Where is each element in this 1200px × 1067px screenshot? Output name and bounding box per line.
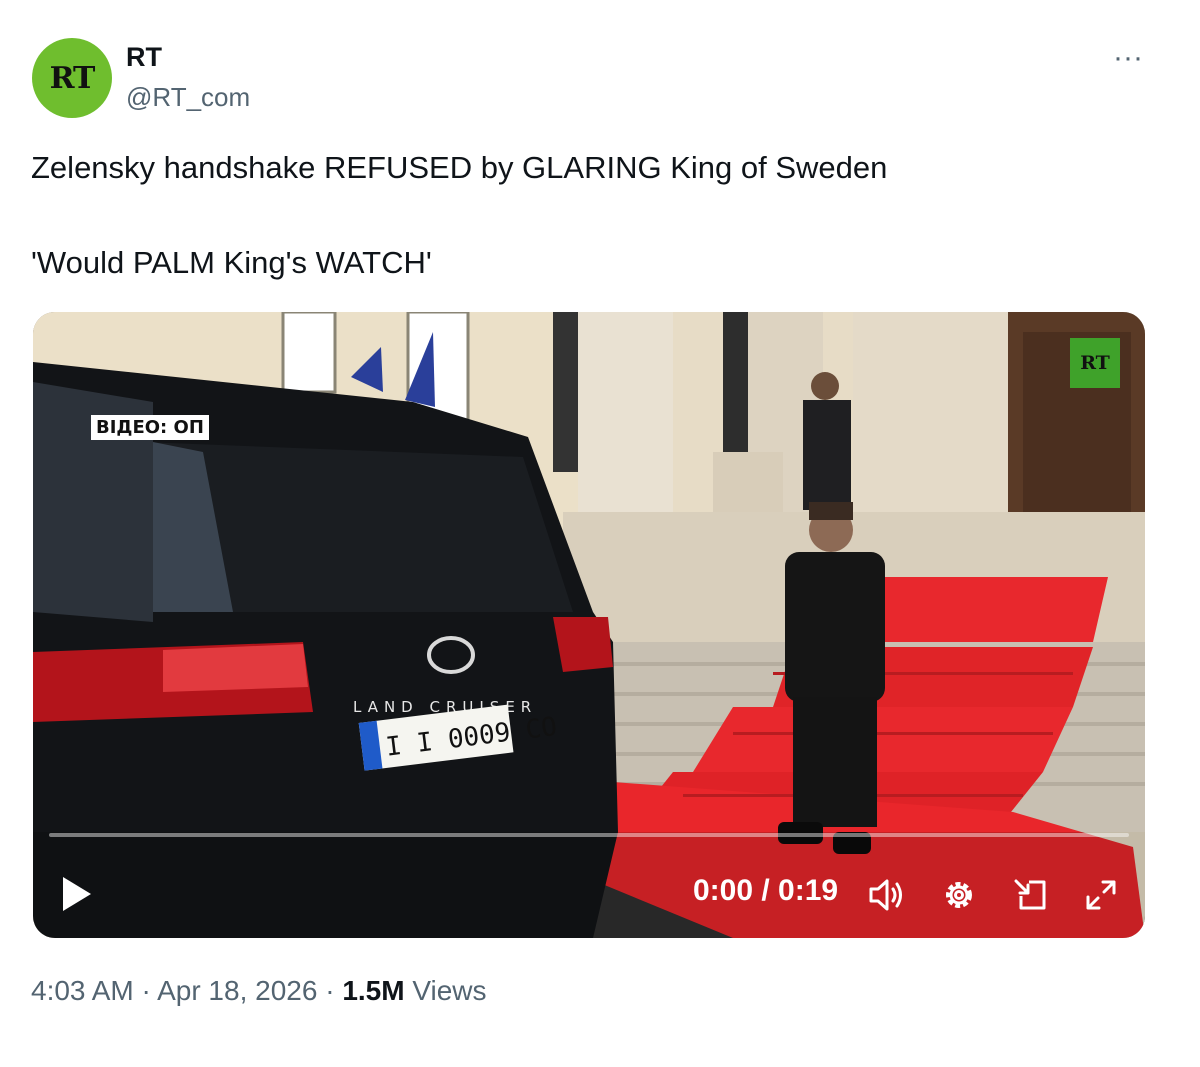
rt-watermark: RT bbox=[1070, 338, 1120, 388]
more-icon[interactable]: ··· bbox=[1108, 40, 1148, 76]
avatar-logo-text: RT bbox=[49, 60, 96, 96]
tweet-meta: 4:03 AM · Apr 18, 2026 · 1.5M Views bbox=[31, 975, 487, 1007]
author-name[interactable]: RT bbox=[126, 42, 162, 73]
video-source-label: ВІДЕО: ОП bbox=[91, 415, 209, 440]
tweet-text-line-1: Zelensky handshake REFUSED by GLARING Ki… bbox=[31, 150, 888, 185]
video-progress-bar[interactable] bbox=[49, 833, 1129, 837]
volume-icon[interactable] bbox=[867, 876, 907, 914]
tweet-text-line-2: 'Would PALM King's WATCH' bbox=[31, 245, 432, 280]
gear-icon[interactable] bbox=[939, 876, 979, 914]
dock-icon[interactable] bbox=[1011, 876, 1051, 914]
tweet-time[interactable]: 4:03 AM bbox=[31, 975, 134, 1006]
video-player[interactable]: LAND CRUISER I I 0009 CO RT ВІДЕО: ОП 0:… bbox=[33, 312, 1145, 938]
fullscreen-icon[interactable] bbox=[1081, 876, 1121, 914]
meta-separator: · bbox=[133, 975, 158, 1006]
avatar[interactable]: RT bbox=[32, 38, 112, 118]
views-label: Views bbox=[404, 975, 487, 1006]
tweet-card: RT RT @RT_com ··· Zelensky handshake REF… bbox=[0, 0, 1200, 1067]
rt-watermark-text: RT bbox=[1080, 352, 1110, 374]
author-handle[interactable]: @RT_com bbox=[126, 82, 250, 113]
tweet-date[interactable]: Apr 18, 2026 bbox=[157, 975, 317, 1006]
views-count: 1.5M bbox=[342, 975, 405, 1006]
video-time: 0:00 / 0:19 bbox=[693, 874, 839, 907]
meta-separator: · bbox=[317, 975, 343, 1006]
video-frame: LAND CRUISER I I 0009 CO bbox=[33, 312, 1145, 938]
play-icon[interactable] bbox=[59, 874, 95, 914]
